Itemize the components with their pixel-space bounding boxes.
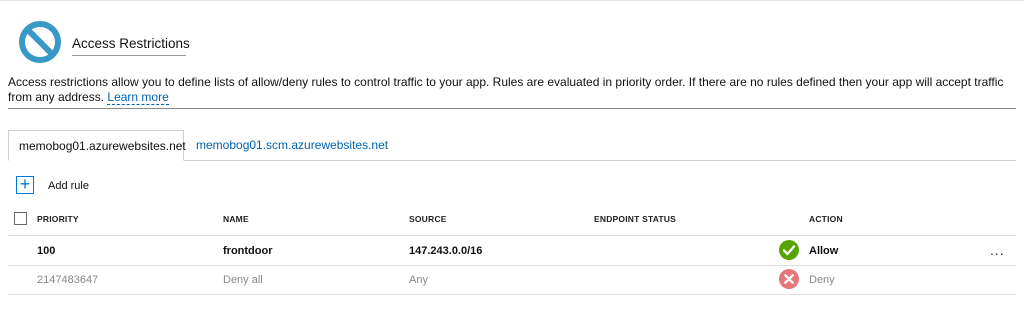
x-circle-icon: [779, 269, 799, 289]
page-title: Access Restrictions: [72, 36, 190, 51]
source-cell: 147.243.0.0/16: [409, 245, 483, 257]
header-priority[interactable]: PRIORITY: [37, 214, 79, 224]
description: Access restrictions allow you to define …: [8, 75, 1008, 105]
priority-cell: 2147483647: [37, 274, 99, 286]
tab-bar: memobog01.azurewebsites.net memobog01.sc…: [8, 130, 1016, 161]
no-entry-icon: [19, 21, 61, 63]
header-source[interactable]: SOURCE: [409, 214, 447, 224]
source-cell: Any: [409, 274, 428, 286]
title-underline: [72, 55, 186, 56]
learn-more-link[interactable]: Learn more: [107, 90, 169, 105]
plus-icon: +: [16, 175, 34, 194]
action-cell: Allow: [809, 245, 839, 257]
top-border: [0, 0, 1024, 1]
select-all-checkbox[interactable]: [14, 212, 27, 225]
name-cell: frontdoor: [223, 245, 273, 257]
table-row[interactable]: 2147483647 Deny all Any Deny: [8, 265, 1016, 295]
header-name[interactable]: NAME: [223, 214, 249, 224]
check-circle-icon: [779, 240, 799, 260]
add-rule-label: Add rule: [48, 180, 89, 192]
more-options-icon[interactable]: ...: [990, 242, 1005, 258]
tab-scm-site[interactable]: memobog01.scm.azurewebsites.net: [186, 130, 398, 161]
name-cell: Deny all: [223, 274, 263, 286]
divider: [8, 108, 1016, 109]
header-endpoint-status[interactable]: ENDPOINT STATUS: [594, 214, 676, 224]
header-action[interactable]: ACTION: [809, 214, 843, 224]
table-row[interactable]: 100 frontdoor 147.243.0.0/16 Allow ...: [8, 236, 1016, 266]
table-header: PRIORITY NAME SOURCE ENDPOINT STATUS ACT…: [8, 207, 1016, 236]
tab-app-site[interactable]: memobog01.azurewebsites.net: [8, 130, 186, 161]
action-cell: Deny: [809, 274, 835, 286]
priority-cell: 100: [37, 245, 56, 257]
